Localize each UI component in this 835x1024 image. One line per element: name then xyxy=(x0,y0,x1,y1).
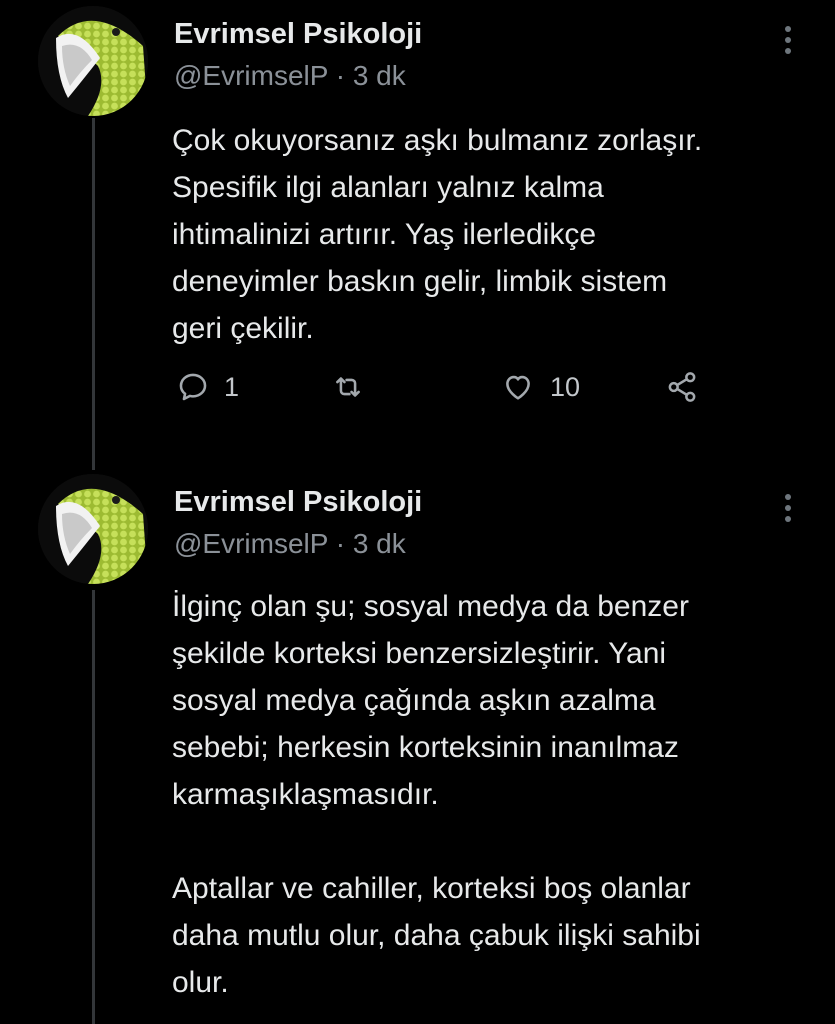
tweet-text: Çok okuyorsanız aşkı bulmanız zorlaşır. … xyxy=(172,117,812,352)
snake-avatar xyxy=(38,474,148,584)
like-button[interactable]: 10 xyxy=(500,367,580,407)
tweet[interactable]: Evrimsel Psikoloji @EvrimselP · 3 dk İlg… xyxy=(0,470,835,1024)
more-vertical-icon[interactable] xyxy=(778,26,798,60)
reply-button[interactable]: 1 xyxy=(176,367,239,407)
timestamp[interactable]: 3 dk xyxy=(353,60,406,91)
tweet-paragraph: İlginç olan şu; sosyal medya da benzer ş… xyxy=(172,590,689,811)
reply-icon xyxy=(179,373,207,401)
separator-dot: · xyxy=(335,528,346,559)
share-button[interactable] xyxy=(664,367,700,407)
tweet-meta: @EvrimselP · 3 dk xyxy=(174,528,406,560)
more-vertical-icon[interactable] xyxy=(778,494,798,528)
tweet-text: İlginç olan şu; sosyal medya da benzer ş… xyxy=(172,583,812,1006)
tweet-paragraph: Çok okuyorsanız aşkı bulmanız zorlaşır. … xyxy=(172,124,703,345)
avatar[interactable] xyxy=(38,6,148,116)
tweet-actions: 1 10 xyxy=(172,367,732,407)
share-icon xyxy=(668,372,696,402)
like-count: 10 xyxy=(550,371,581,402)
timestamp[interactable]: 3 dk xyxy=(353,528,406,559)
separator-dot: · xyxy=(335,60,346,91)
tweet-meta: @EvrimselP · 3 dk xyxy=(174,60,406,92)
display-name[interactable]: Evrimsel Psikoloji xyxy=(174,486,422,519)
retweet-icon xyxy=(336,377,360,397)
handle[interactable]: @EvrimselP xyxy=(174,528,328,559)
avatar[interactable] xyxy=(38,474,148,584)
tweet-paragraph: Aptallar ve cahiller, korteksi boş olanl… xyxy=(172,872,701,999)
display-name[interactable]: Evrimsel Psikoloji xyxy=(174,18,422,51)
reply-count: 1 xyxy=(224,371,240,402)
tweet[interactable]: Evrimsel Psikoloji @EvrimselP · 3 dk Çok… xyxy=(0,0,835,470)
snake-avatar xyxy=(38,6,148,116)
handle[interactable]: @EvrimselP xyxy=(174,60,328,91)
heart-icon xyxy=(506,375,530,400)
retweet-button[interactable] xyxy=(330,367,366,407)
